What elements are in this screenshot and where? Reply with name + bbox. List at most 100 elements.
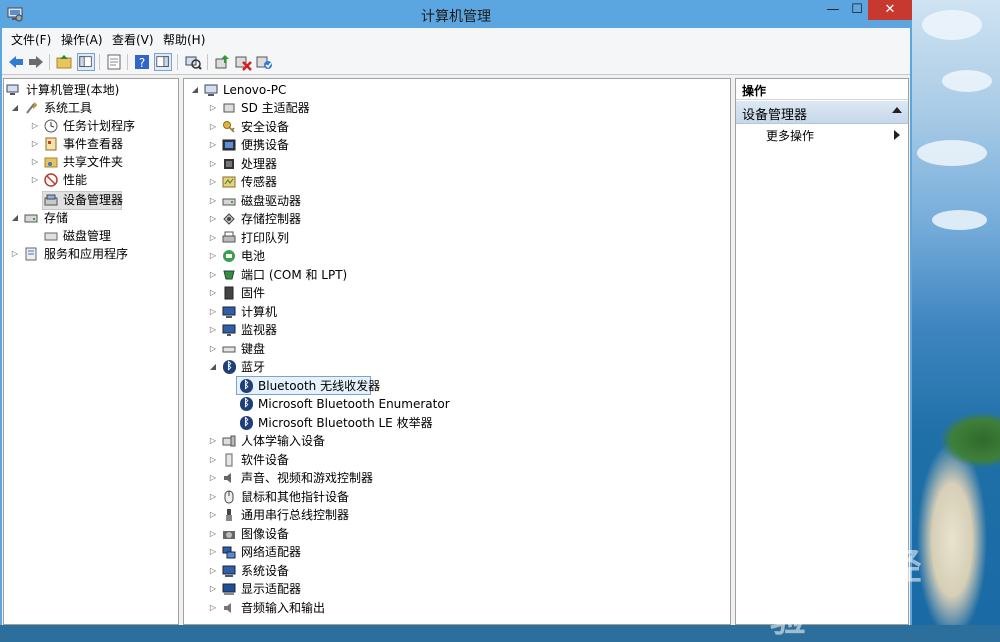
expand-arrow-icon[interactable]: ▷ — [208, 210, 218, 228]
printer-icon — [222, 231, 236, 243]
expand-arrow-icon[interactable]: ▷ — [208, 136, 218, 154]
tree-disk-management-label: 磁盘管理 — [63, 229, 112, 243]
mouse-icon — [224, 490, 234, 504]
expand-arrow-icon[interactable]: ▷ — [208, 192, 218, 210]
firmware-icon — [224, 286, 234, 300]
expand-arrow-icon[interactable]: ▷ — [208, 118, 218, 136]
services-icon — [25, 247, 37, 261]
category-label: 计算机 — [241, 305, 278, 319]
category-label: 网络适配器 — [241, 545, 302, 559]
expand-arrow-icon[interactable]: ▷ — [30, 153, 40, 171]
expand-arrow-icon[interactable]: ▷ — [208, 543, 218, 561]
computer-icon — [204, 84, 218, 96]
sd-card-icon — [223, 103, 235, 113]
collapse-arrow-icon[interactable]: ◢ — [10, 209, 20, 227]
category-label: 处理器 — [241, 157, 278, 171]
sensor-icon — [222, 176, 236, 188]
expand-arrow-icon[interactable]: ▷ — [208, 99, 218, 117]
category-label: 键盘 — [241, 342, 266, 356]
expand-arrow-icon[interactable]: ▷ — [208, 525, 218, 543]
expand-arrow-icon[interactable]: ▷ — [208, 321, 218, 339]
expand-arrow-icon[interactable]: ▷ — [208, 266, 218, 284]
device-tree: ◢ Lenovo-PC ▷ SD 主适配器 ▷ 安全设备 ▷ 便携设备 ▷ 处理… — [183, 78, 731, 625]
computer-management-icon — [6, 84, 19, 95]
collapse-triangle-icon[interactable] — [892, 107, 902, 113]
expand-arrow-icon[interactable]: ▷ — [208, 469, 218, 487]
expand-arrow-icon[interactable]: ▷ — [208, 173, 218, 191]
portable-device-icon — [222, 139, 236, 151]
category-label: 音频输入和输出 — [241, 601, 326, 615]
collapse-arrow-icon[interactable]: ◢ — [190, 81, 200, 99]
content-area: 计算机管理(本地) ◢ 系统工具 ▷ 任务计划程序 ▷ 事件查看器 ▷ 共享文件… — [2, 75, 910, 625]
category-label: 软件设备 — [241, 453, 290, 467]
category-label: 监视器 — [241, 323, 278, 337]
title-bar[interactable]: 计算机管理 — ☐ ✕ — [0, 0, 912, 28]
speaker-icon — [224, 473, 231, 483]
up-folder-icon[interactable] — [55, 53, 73, 71]
expand-arrow-icon[interactable]: ▷ — [208, 432, 218, 450]
expand-arrow-icon[interactable]: ▷ — [208, 229, 218, 247]
menu-action[interactable]: 操作(A) — [61, 31, 103, 48]
maximize-button[interactable]: ☐ — [846, 0, 868, 20]
svg-text:?: ? — [139, 56, 145, 70]
scan-hardware-icon[interactable] — [184, 53, 202, 71]
expand-arrow-icon[interactable]: ▷ — [208, 247, 218, 265]
help-icon[interactable]: ? — [133, 53, 151, 71]
category-label: 传感器 — [241, 175, 278, 189]
submenu-arrow-icon[interactable] — [894, 130, 900, 140]
menu-view[interactable]: 查看(V) — [112, 31, 154, 48]
properties-icon[interactable] — [105, 53, 123, 71]
expand-arrow-icon[interactable]: ▷ — [208, 303, 218, 321]
window-title: 计算机管理 — [421, 9, 491, 25]
expand-arrow-icon[interactable]: ▷ — [208, 506, 218, 524]
computer-management-window: 计算机管理 — ☐ ✕ 文件(F) 操作(A) 查看(V) 帮助(H) ? 计算… — [0, 0, 912, 625]
close-button[interactable]: ✕ — [868, 0, 912, 20]
more-actions-link[interactable]: 更多操作 — [766, 127, 814, 144]
expand-arrow-icon[interactable]: ▷ — [208, 562, 218, 580]
show-action-pane-icon[interactable] — [154, 53, 172, 71]
expand-arrow-icon[interactable]: ▷ — [30, 135, 40, 153]
expand-arrow-icon[interactable]: ▷ — [208, 155, 218, 173]
minimize-button[interactable]: — — [822, 0, 844, 20]
storage-icon — [24, 214, 38, 223]
disk-icon — [44, 232, 58, 241]
category-label: 通用串行总线控制器 — [241, 508, 350, 522]
collapse-arrow-icon[interactable]: ◢ — [208, 358, 218, 376]
category-label: 电池 — [241, 249, 266, 263]
menu-file[interactable]: 文件(F) — [11, 31, 51, 48]
menu-help[interactable]: 帮助(H) — [163, 31, 205, 48]
collapse-arrow-icon[interactable]: ◢ — [10, 99, 20, 117]
update-driver-icon[interactable] — [213, 53, 231, 71]
category-label: 显示适配器 — [241, 582, 302, 596]
expand-arrow-icon[interactable]: ▷ — [208, 340, 218, 358]
uninstall-device-icon[interactable] — [234, 53, 252, 71]
network-adapter-icon — [222, 546, 236, 559]
forward-arrow-icon[interactable] — [27, 53, 45, 71]
menu-bar: 文件(F) 操作(A) 查看(V) 帮助(H) — [2, 28, 910, 51]
expand-arrow-icon[interactable]: ▷ — [10, 245, 20, 263]
tree-storage-label: 存储 — [44, 211, 69, 225]
actions-section-device-manager[interactable]: 设备管理器 — [736, 101, 908, 124]
show-hide-tree-icon[interactable] — [77, 53, 95, 71]
expand-arrow-icon[interactable]: ▷ — [208, 488, 218, 506]
keyboard-icon — [222, 346, 236, 353]
category-label: 便携设备 — [241, 138, 290, 152]
back-arrow-icon[interactable] — [7, 53, 25, 71]
processor-icon — [224, 159, 234, 169]
bluetooth-icon: ᛒ — [240, 397, 253, 411]
expand-arrow-icon[interactable]: ▷ — [208, 580, 218, 598]
expand-arrow-icon[interactable]: ▷ — [208, 599, 218, 617]
expand-arrow-icon[interactable]: ▷ — [208, 284, 218, 302]
bluetooth-icon: ᛒ — [223, 360, 236, 374]
expand-arrow-icon[interactable]: ▷ — [208, 451, 218, 469]
tree-root-label: 计算机管理(本地) — [26, 83, 120, 97]
bluetooth-icon: ᛒ — [240, 379, 253, 393]
category-label: 打印队列 — [241, 231, 290, 245]
enable-device-icon[interactable] — [255, 53, 273, 71]
shared-folder-icon — [44, 157, 58, 168]
category-label: 存储控制器 — [241, 212, 302, 226]
expand-arrow-icon[interactable]: ▷ — [30, 117, 40, 135]
device-manager-icon — [44, 194, 58, 206]
expand-arrow-icon[interactable]: ▷ — [30, 171, 40, 189]
actions-header-label: 操作 — [742, 84, 767, 98]
